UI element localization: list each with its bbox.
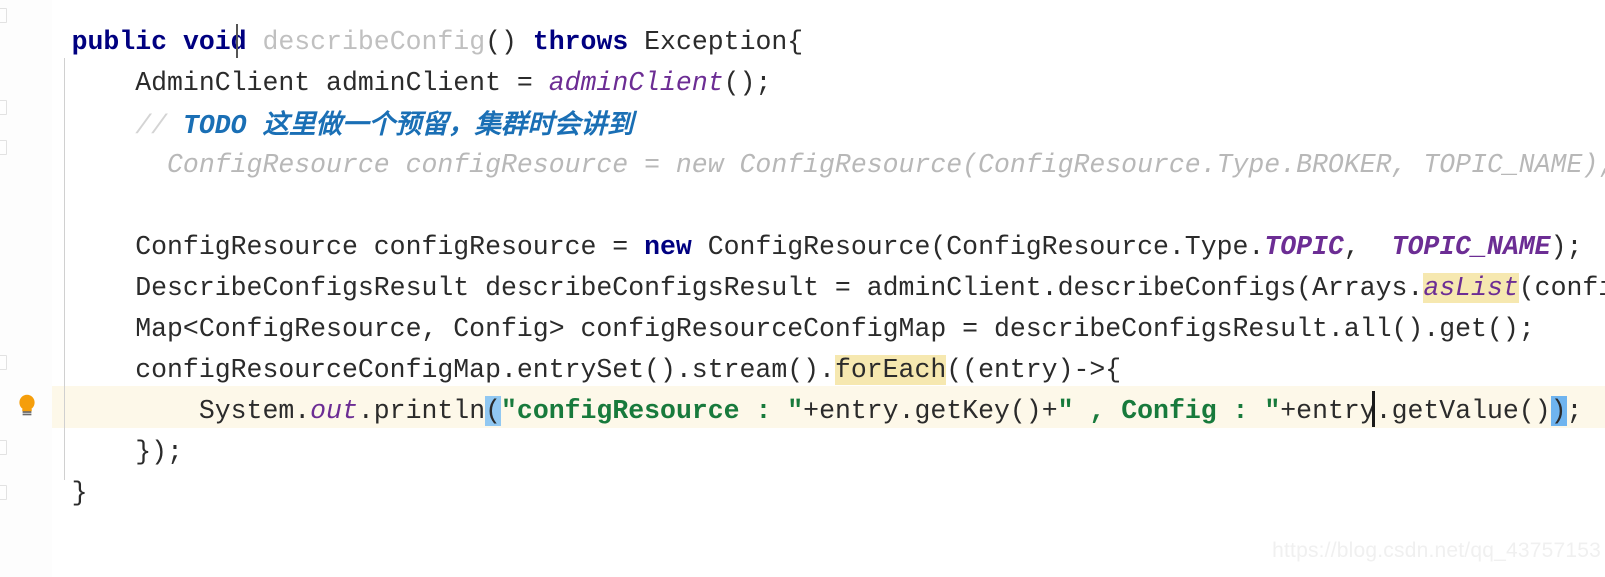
code-token: asList <box>1423 273 1519 303</box>
code-line-text: System.out.println("configResource : "+e… <box>0 391 1582 432</box>
gutter-marker <box>0 8 7 23</box>
code-token: System. <box>8 396 311 426</box>
gutter-marker <box>0 100 7 115</box>
code-token: ConfigResource configResource = <box>8 232 645 262</box>
code-line[interactable]: ConfigResource configResource = new Conf… <box>0 145 1605 186</box>
code-token: // <box>135 111 183 141</box>
code-token: Map<ConfigResource, Config> configResour… <box>8 314 1535 344</box>
code-lines-container[interactable]: public void describeConfig() throws Exce… <box>0 0 1605 577</box>
mouse-ibeam-cursor <box>236 24 238 58</box>
code-token: TOPIC <box>1264 232 1344 262</box>
code-token: configResourceConfigMap.entrySet().strea… <box>8 355 835 385</box>
gutter-marker <box>0 440 7 455</box>
text-caret <box>1372 391 1375 427</box>
code-token: (); <box>723 68 772 98</box>
code-token: ((entry)->{ <box>946 355 1122 385</box>
code-line[interactable]: public void describeConfig() throws Exce… <box>0 22 1605 63</box>
code-token: , <box>1343 232 1392 262</box>
code-token: TODO <box>182 111 263 141</box>
code-token: ConfigResource(ConfigResource.Type. <box>691 232 1265 262</box>
code-line[interactable]: configResourceConfigMap.entrySet().strea… <box>0 350 1605 391</box>
code-token: "configResource : " <box>501 396 804 426</box>
code-token: () <box>485 27 533 57</box>
code-line-text: AdminClient adminClient = adminClient(); <box>0 63 771 104</box>
code-token: adminClient <box>548 68 724 98</box>
code-token: forEach <box>834 355 947 385</box>
code-editor[interactable]: public void describeConfig() throws Exce… <box>0 0 1605 577</box>
csdn-watermark: https://blog.csdn.net/qq_43757153 <box>1272 539 1601 562</box>
gutter-marker <box>0 140 7 155</box>
editor-gutter[interactable] <box>0 0 52 577</box>
code-token: DescribeConfigsResult describeConfigsRes… <box>8 273 1424 303</box>
code-line[interactable]: ConfigResource configResource = new Conf… <box>0 227 1605 268</box>
gutter-marker <box>0 355 7 370</box>
code-line-text: // TODO 这里做一个预留，集群时会讲到 <box>0 104 633 147</box>
code-line[interactable] <box>0 186 1605 227</box>
code-token: ( <box>485 396 502 426</box>
code-token: describeConfig <box>262 27 486 57</box>
code-token: 这里做一个预留，集群时会讲到 <box>262 109 634 140</box>
gutter-marker <box>0 485 7 500</box>
code-token: throws <box>532 27 629 57</box>
code-token: public void <box>71 27 263 57</box>
code-token: Exception{ <box>628 27 804 57</box>
code-line-text: ConfigResource configResource = new Conf… <box>0 145 1605 186</box>
code-line-text: public void describeConfig() throws Exce… <box>0 22 804 63</box>
code-line[interactable]: // TODO 这里做一个预留，集群时会讲到 <box>0 104 1605 145</box>
code-line[interactable]: AdminClient adminClient = adminClient(); <box>0 63 1605 104</box>
code-token: +entry.getKey()+ <box>803 396 1058 426</box>
code-token: out <box>310 396 358 426</box>
code-token: .println <box>357 396 486 426</box>
code-line-text: ConfigResource configResource = new Conf… <box>0 227 1582 268</box>
code-token: TOPIC_NAME <box>1391 232 1551 262</box>
code-line[interactable]: DescribeConfigsResult describeConfigsRes… <box>0 268 1605 309</box>
code-token: +entry.getValue() <box>1280 396 1551 426</box>
code-token: (configResource)); <box>1518 273 1605 303</box>
code-token: ConfigResource configResource = new Conf… <box>8 150 1605 180</box>
code-token: ); <box>1550 232 1583 262</box>
code-line-text: configResourceConfigMap.entrySet().strea… <box>0 350 1121 391</box>
code-token: ) <box>1550 396 1567 426</box>
code-token: ; <box>1566 396 1583 426</box>
code-line-text: Map<ConfigResource, Config> configResour… <box>0 309 1535 350</box>
code-line[interactable]: Map<ConfigResource, Config> configResour… <box>0 309 1605 350</box>
code-line-text: DescribeConfigsResult describeConfigsRes… <box>0 268 1605 309</box>
code-line[interactable]: System.out.println("configResource : "+e… <box>0 391 1605 432</box>
code-token: AdminClient adminClient = <box>8 68 549 98</box>
code-token: new <box>644 232 692 262</box>
lightbulb-icon[interactable] <box>14 392 40 418</box>
code-line[interactable]: } <box>0 473 1605 514</box>
code-line[interactable]: }); <box>0 432 1605 473</box>
indent-guide-line <box>64 58 65 480</box>
code-token: " , Config : " <box>1057 396 1281 426</box>
